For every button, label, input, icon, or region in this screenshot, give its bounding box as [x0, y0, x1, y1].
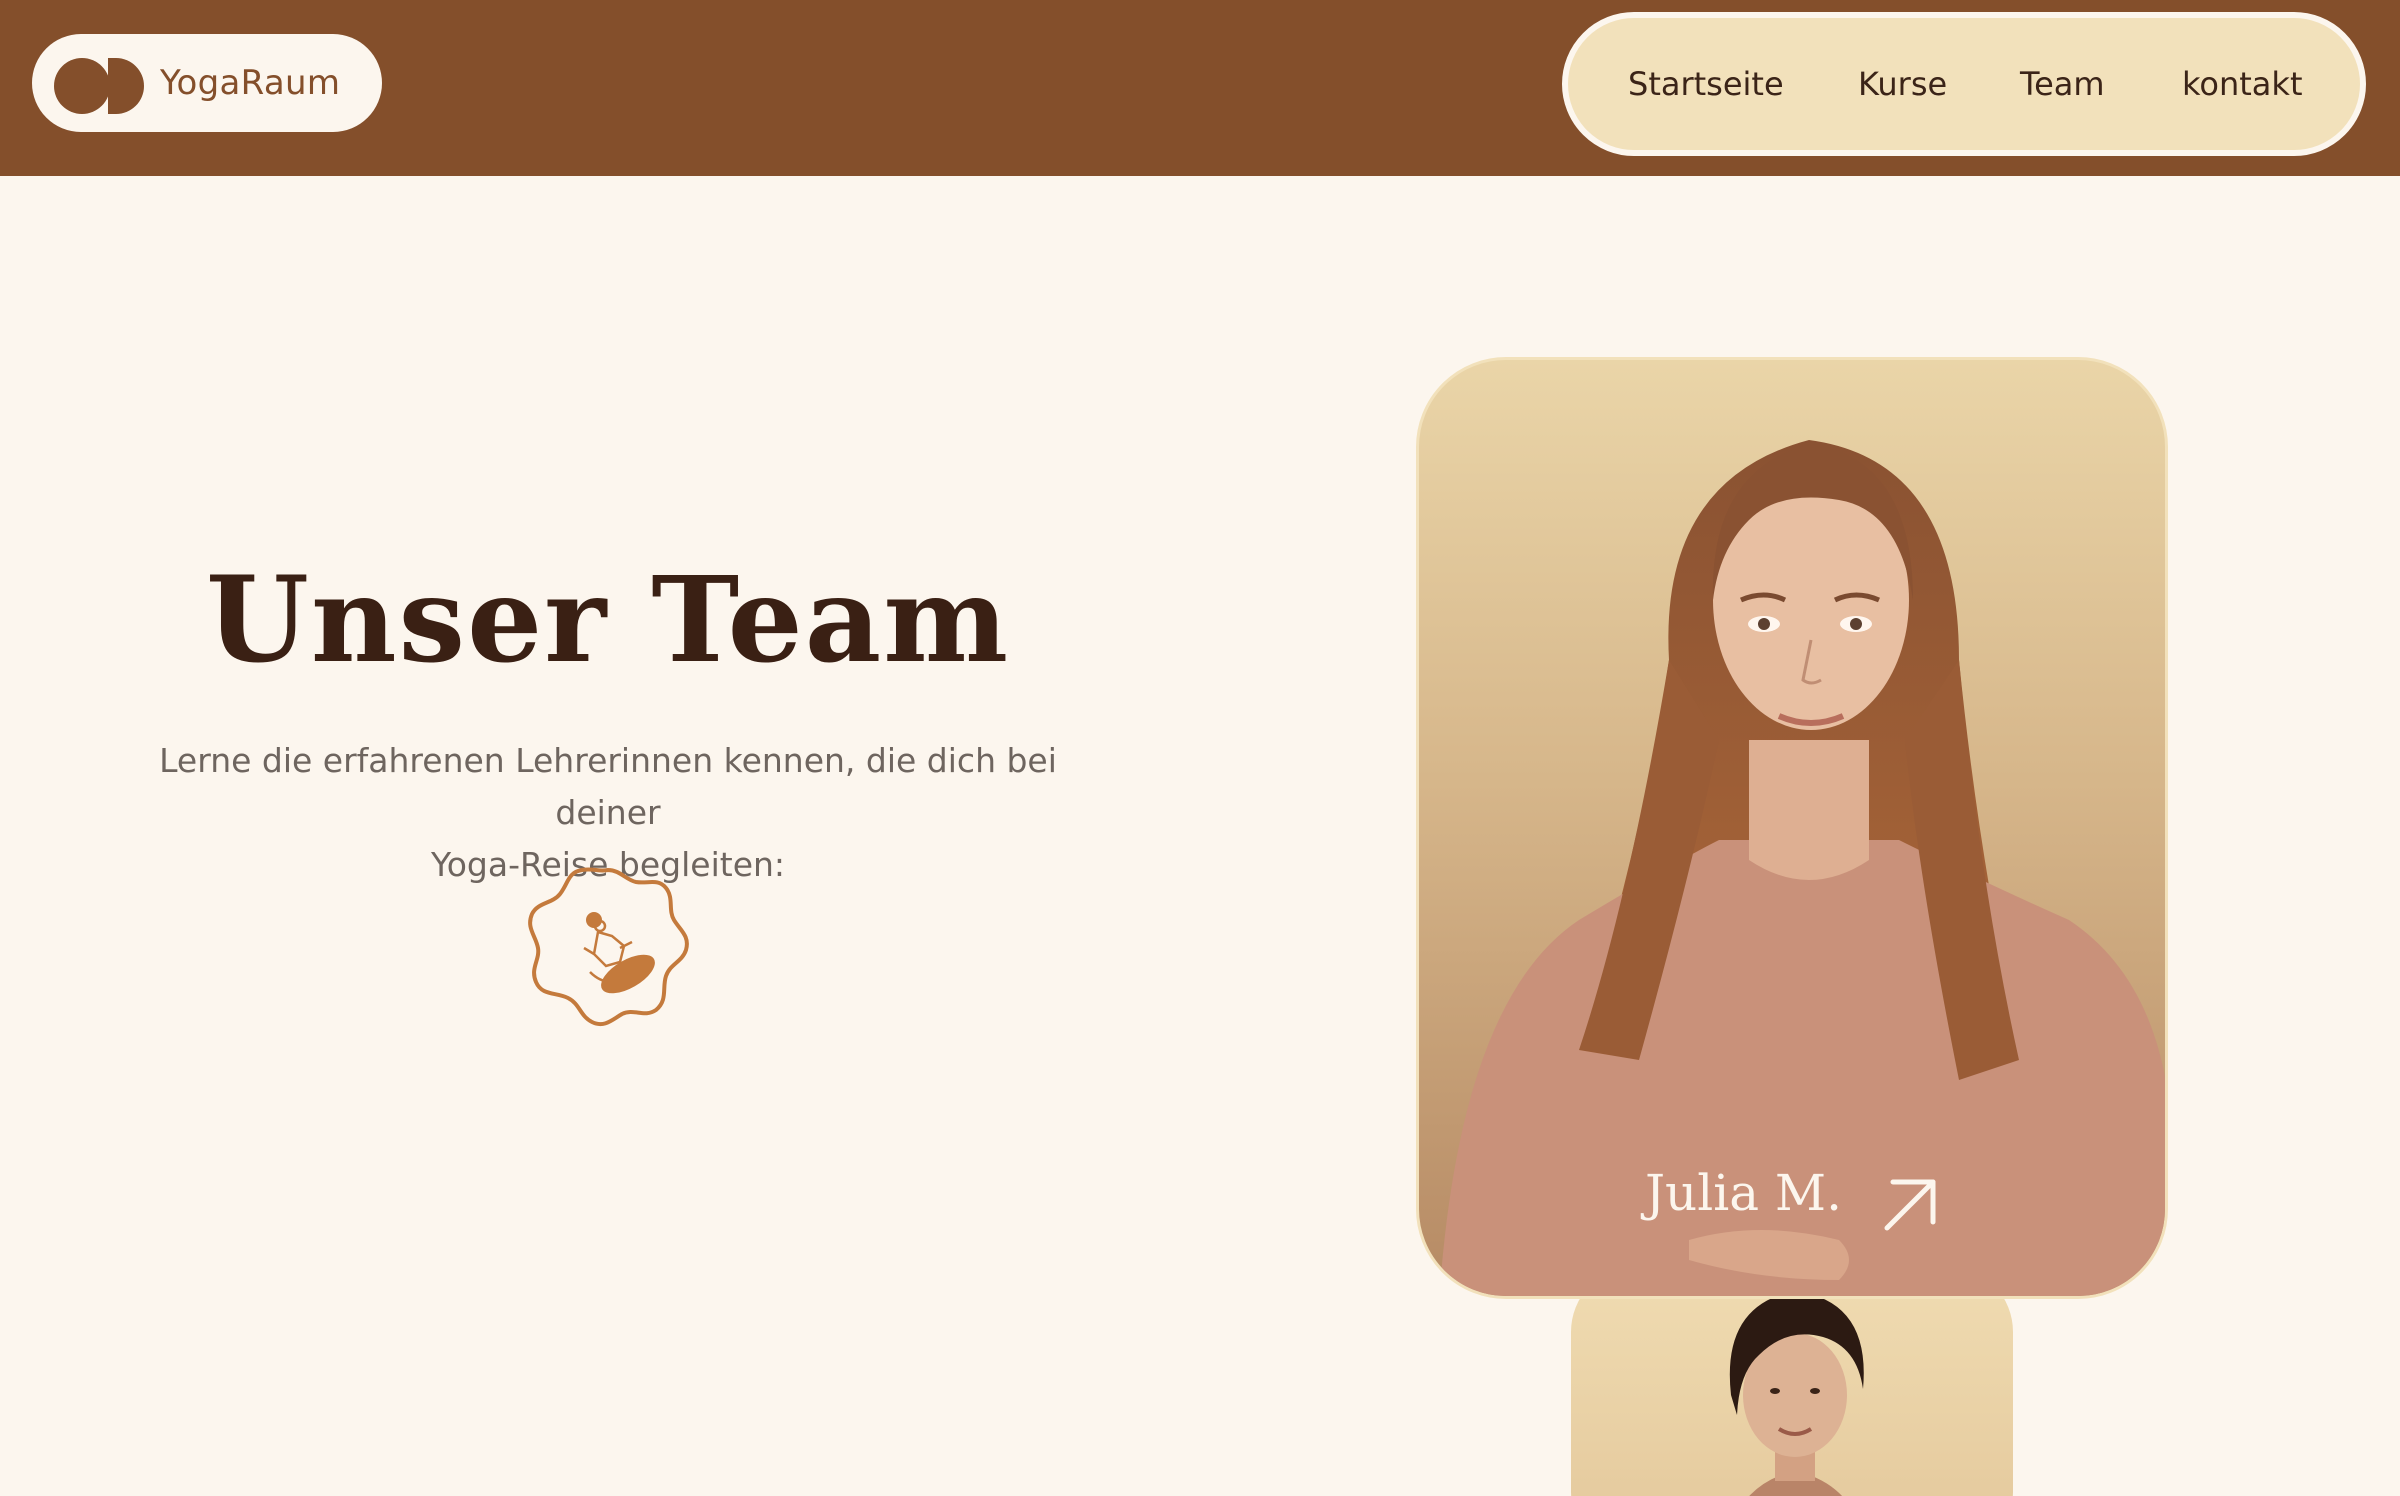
nav-item-kontakt[interactable]: kontakt — [2182, 18, 2302, 150]
teacher-portrait-julia — [1439, 440, 2165, 1296]
page-title: Unser Team — [205, 550, 1011, 689]
logo-icon — [54, 58, 144, 114]
logo-link[interactable]: YogaRaum — [32, 34, 382, 132]
nav-item-team[interactable]: Team — [2020, 18, 2105, 150]
card-name-julia: Julia M. — [1645, 1164, 1843, 1222]
arrow-up-right-icon[interactable] — [1879, 1172, 1943, 1236]
nav-item-startseite[interactable]: Startseite — [1628, 18, 1784, 150]
meditation-badge-icon — [528, 867, 689, 1027]
main-navigation: Startseite Kurse Team kontakt — [1562, 12, 2366, 156]
brand-name: YogaRaum — [160, 63, 341, 103]
subtitle-line-1: Lerne die erfahrenen Lehrerinnen kennen,… — [159, 741, 1057, 832]
teacher-portrait-2 — [1729, 1291, 1864, 1496]
nav-item-kurse[interactable]: Kurse — [1858, 18, 1947, 150]
site-header: YogaRaum Startseite Kurse Team kontakt — [0, 0, 2400, 176]
team-card-julia[interactable]: Julia M. — [1416, 357, 2168, 1299]
